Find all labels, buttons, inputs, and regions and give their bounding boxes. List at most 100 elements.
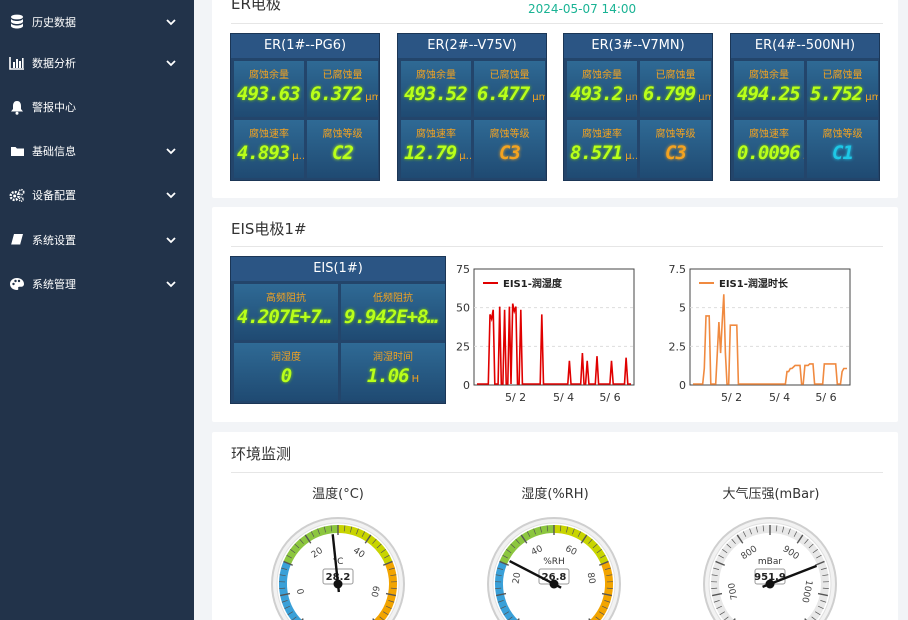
cell-label: 腐蚀速率 <box>582 129 622 140</box>
cell-value: 1.06 H <box>341 365 445 387</box>
cell-label: 已腐蚀量 <box>322 70 363 81</box>
cell-label: 腐蚀速率 <box>749 129 789 140</box>
cell-corroded: 已腐蚀量 5.752 μm <box>807 61 878 117</box>
timestamp: 2024-05-07 14:00 <box>528 2 637 16</box>
er-tile-1[interactable]: ER(1#--PG6) 腐蚀余量 493.63 已腐蚀量 6.372 μm 腐蚀速… <box>230 33 380 181</box>
sidebar-item-alarms[interactable]: 警报中心 <box>0 85 194 129</box>
x-tick-label: 5/ 2 <box>505 391 526 404</box>
er-tile-3[interactable]: ER(3#--V7MN) 腐蚀余量 493.2 μm 已腐蚀量 6.799 μm 腐… <box>563 33 713 181</box>
cell-unit: μ… <box>625 151 637 162</box>
panel-title: EIS电极1# <box>231 220 307 238</box>
cell-low-impedance: 低频阻抗 9.942E+8… <box>341 284 445 340</box>
cell-number: 493.63 <box>237 83 301 105</box>
cell-corroded: 已腐蚀量 6.799 μm <box>640 61 711 117</box>
pressure-gauge: 700800 9001000mBar951.9 <box>703 517 837 620</box>
cell-remaining: 腐蚀余量 493.63 <box>234 61 304 117</box>
cell-value: C3 <box>474 142 545 164</box>
sidebar-item-label: 警报中心 <box>32 101 76 114</box>
sidebar-item-system-admin[interactable]: 系统管理 <box>0 262 194 306</box>
x-tick-label: 5/ 2 <box>721 391 742 404</box>
y-tick-label: 50 <box>456 302 470 315</box>
cell-unit: μm <box>698 92 711 103</box>
er-tile-2[interactable]: ER(2#--V75V) 腐蚀余量 493.52 已腐蚀量 6.477 μm 腐蚀… <box>397 33 547 181</box>
cell-value: C2 <box>307 142 378 164</box>
cell-label: 腐蚀余量 <box>249 70 289 81</box>
panel-title: ER电极 <box>231 0 281 13</box>
gauge-title-pressure: 大气压强(mBar) <box>722 487 820 502</box>
cell-value: 493.2 μm <box>570 83 637 105</box>
chevron-down-icon <box>166 281 176 288</box>
gauge-tick-label: 80 <box>585 572 597 585</box>
legend-label: EIS1-润湿时长 <box>719 277 789 290</box>
cell-rate: 腐蚀速率 8.571μ… <box>567 120 637 178</box>
sidebar-item-analysis[interactable]: 数据分析 <box>0 41 194 85</box>
bar-chart-icon <box>9 55 25 71</box>
cell-label: 腐蚀余量 <box>749 70 789 81</box>
cell-wetness: 润湿度 0 <box>234 343 338 401</box>
cell-grade: 腐蚀等级 C3 <box>474 120 545 178</box>
cell-value: 6.799 μm <box>643 83 711 105</box>
cell-value: 494.25 <box>737 83 801 105</box>
cell-wet-time: 润湿时间 1.06 H <box>341 343 445 401</box>
cell-number: 493.2 <box>570 83 623 105</box>
gauge-unit: %RH <box>543 557 565 567</box>
sidebar-item-label: 系统管理 <box>32 278 76 291</box>
cell-value: 0.0096… <box>737 142 804 164</box>
sidebar-item-device-config[interactable]: 设备配置 <box>0 173 194 217</box>
cell-unit: μm <box>532 92 545 103</box>
sidebar-item-system-settings[interactable]: 系统设置 <box>0 218 194 262</box>
cell-value: 6.477 μm <box>477 83 545 105</box>
cell-label: 润湿度 <box>271 352 301 363</box>
cell-unit: μ… <box>292 151 304 162</box>
sidebar-item-label: 基础信息 <box>32 145 76 158</box>
cell-value: 8.571μ… <box>570 142 637 164</box>
sidebar-item-basic-info[interactable]: 基础信息 <box>0 129 194 173</box>
x-tick-label: 5/ 4 <box>769 391 790 404</box>
cell-value: 12.79μ… <box>404 142 471 164</box>
y-tick-label: 0 <box>463 379 470 392</box>
wet-time-unit: H <box>411 374 420 385</box>
env-panel: 环境监测 温度(°C) 湿度(%RH) 大气压强(mBar) 0 20 40 60 °C… <box>212 432 898 620</box>
cell-unit: μm <box>365 92 378 103</box>
cell-high-impedance: 高频阻抗 4.207E+7… <box>234 284 338 340</box>
cell-remaining: 腐蚀余量 494.25 <box>734 61 804 117</box>
tile-title: ER(3#--V7MN) <box>564 34 712 58</box>
cell-grade: 腐蚀等级 C2 <box>307 120 378 178</box>
book-icon <box>9 232 25 248</box>
humidity-gauge: 2040 6080%RH26.8 <box>487 517 621 620</box>
cell-unit: μ… <box>459 151 471 162</box>
gauge-unit: mBar <box>758 557 782 567</box>
y-tick-label: 75 <box>456 263 470 276</box>
cell-corroded: 已腐蚀量 6.477 μm <box>474 61 545 117</box>
cell-label: 已腐蚀量 <box>822 70 863 81</box>
x-tick-label: 5/ 6 <box>599 391 620 404</box>
cell-grade: 腐蚀等级 C3 <box>640 120 711 178</box>
chevron-down-icon <box>166 192 176 199</box>
sidebar: 历史数据 数据分析 警报中心 基础信息 设备配置 系统设置 系统管理 <box>0 0 194 620</box>
eis-panel: EIS电极1# EIS(1#) 高频阻抗 4.207E+7… 低频阻抗 9.94… <box>212 207 898 422</box>
cell-rate: 腐蚀速率 12.79μ… <box>401 120 471 178</box>
cell-number: 0.0096 <box>737 142 801 164</box>
cell-number: 4.893 <box>237 142 290 164</box>
x-tick-label: 5/ 4 <box>553 391 574 404</box>
wet-time-chart: 0 2.5 5 7.5 5/ 2 5/ 4 5/ 6 EIS1-润湿时长 <box>669 263 851 404</box>
database-icon <box>9 14 25 30</box>
cell-corroded: 已腐蚀量 6.372 μm <box>307 61 378 117</box>
cell-number: C2 <box>332 142 354 164</box>
cell-value: 493.52 <box>404 83 468 105</box>
sidebar-item-history[interactable]: 历史数据 <box>0 0 194 44</box>
cell-remaining: 腐蚀余量 493.52 <box>401 61 471 117</box>
cell-number: 5.752 <box>810 83 863 105</box>
gauge-title-temperature: 温度(°C) <box>312 487 364 502</box>
folder-icon <box>9 143 25 159</box>
sidebar-item-label: 系统设置 <box>32 234 76 247</box>
gauge-tick-label: 20 <box>512 572 524 585</box>
er-tile-4[interactable]: ER(4#--500NH) 腐蚀余量 494.25 已腐蚀量 5.752 μm 腐… <box>730 33 880 181</box>
divider <box>231 246 883 247</box>
cell-rate: 腐蚀速率 0.0096… <box>734 120 804 178</box>
eis-tile[interactable]: EIS(1#) 高频阻抗 4.207E+7… 低频阻抗 9.942E+8… 润湿… <box>230 256 446 404</box>
legend-label: EIS1-润湿度 <box>503 277 563 290</box>
chevron-down-icon <box>166 60 176 67</box>
y-tick-label: 2.5 <box>669 340 687 353</box>
cell-value: 5.752 μm <box>810 83 878 105</box>
